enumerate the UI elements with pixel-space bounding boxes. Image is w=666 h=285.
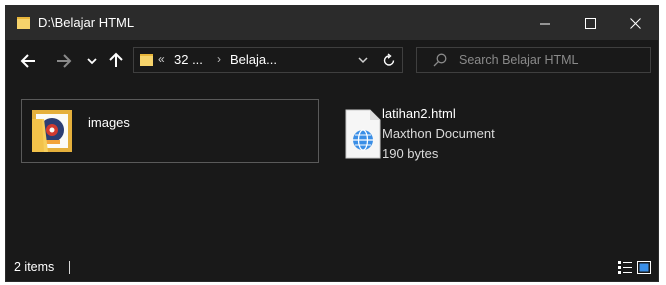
- breadcrumb-separator[interactable]: ›: [217, 52, 221, 66]
- maximize-button[interactable]: [568, 6, 613, 40]
- breadcrumb-overflow[interactable]: «: [158, 52, 165, 66]
- folder-with-image-icon: [32, 110, 72, 152]
- file-view[interactable]: images latihan2.html Maxthon Document 19…: [6, 86, 658, 256]
- search-box[interactable]: Search Belajar HTML: [416, 47, 651, 73]
- close-icon: [630, 17, 641, 29]
- folder-icon: [17, 17, 30, 29]
- folder-name: images: [88, 115, 130, 130]
- large-icons-view-icon[interactable]: [637, 261, 651, 274]
- back-arrow-icon: [20, 54, 35, 68]
- up-button[interactable]: [107, 51, 125, 69]
- search-placeholder[interactable]: Search Belajar HTML: [459, 53, 579, 67]
- breadcrumb-segment-parent[interactable]: 32 ...: [174, 52, 203, 67]
- breadcrumb-segment-current[interactable]: Belaja...: [230, 52, 277, 67]
- search-icon: [433, 53, 447, 67]
- status-bar: 2 items: [6, 254, 658, 281]
- address-bar[interactable]: « 32 ... › Belaja...: [133, 47, 403, 73]
- html-document-icon: [345, 109, 381, 159]
- title-bar[interactable]: D:\Belajar HTML: [6, 6, 658, 40]
- file-tile-latihan2[interactable]: latihan2.html Maxthon Document 190 bytes: [334, 99, 574, 163]
- navigation-bar: « 32 ... › Belaja... Search Belajar HTML: [6, 40, 658, 86]
- address-dropdown-icon[interactable]: [358, 54, 368, 66]
- file-size: 190 bytes: [382, 146, 439, 161]
- minimize-button[interactable]: [523, 6, 568, 40]
- close-button[interactable]: [613, 6, 658, 40]
- item-count: 2 items: [14, 260, 55, 274]
- back-button[interactable]: [19, 52, 37, 70]
- recent-locations-button[interactable]: [86, 55, 98, 67]
- folder-icon: [140, 54, 153, 66]
- chevron-down-icon: [87, 57, 97, 64]
- status-separator: [69, 261, 70, 274]
- forward-arrow-icon: [57, 54, 72, 68]
- up-arrow-icon: [109, 52, 123, 67]
- file-name: latihan2.html: [382, 106, 456, 121]
- details-view-icon[interactable]: [618, 261, 632, 274]
- forward-button[interactable]: [55, 52, 73, 70]
- maximize-icon: [585, 17, 596, 29]
- window-title: D:\Belajar HTML: [38, 15, 135, 30]
- minimize-icon: [540, 23, 550, 24]
- refresh-icon[interactable]: [382, 53, 396, 67]
- explorer-window: D:\Belajar HTML « 32 ... › Belaja... Sea…: [5, 5, 659, 282]
- folder-tile-images[interactable]: images: [21, 99, 319, 163]
- file-type: Maxthon Document: [382, 126, 495, 141]
